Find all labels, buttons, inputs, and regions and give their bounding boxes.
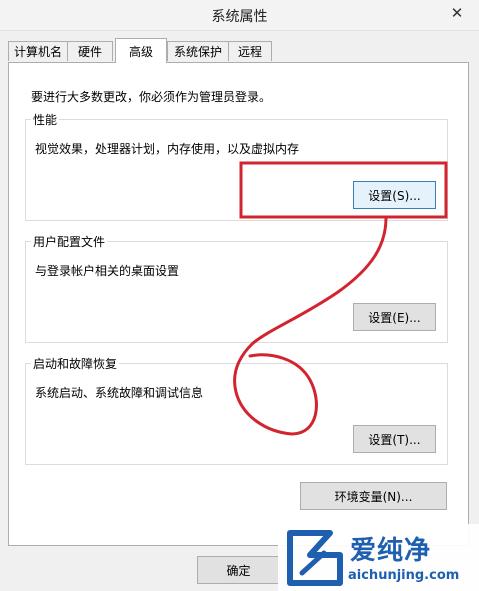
startup-recovery-legend: 启动和故障恢复 — [31, 355, 120, 372]
user-profile-group: 用户配置文件 与登录帐户相关的桌面设置 设置(E)... — [25, 233, 448, 343]
performance-description: 视觉效果，处理器计划，内存使用，以及虚拟内存 — [35, 142, 300, 156]
admin-notice: 要进行大多数更改，你必须作为管理员登录。 — [31, 90, 272, 104]
environment-variables-button[interactable]: 环境变量(N)... — [300, 482, 447, 510]
window-title: 系统属性 — [211, 9, 268, 25]
close-icon[interactable]: ✕ — [439, 0, 475, 26]
tab-advanced[interactable]: 高级 — [115, 38, 167, 63]
startup-recovery-settings-button[interactable]: 设置(T)... — [353, 425, 436, 453]
performance-settings-button[interactable]: 设置(S)... — [353, 181, 436, 209]
tab-system-protection[interactable]: 系统保护 — [167, 41, 229, 61]
user-profile-legend: 用户配置文件 — [31, 233, 108, 250]
title-bar: 系统属性 ✕ — [0, 0, 479, 31]
watermark: 爱纯净 aichunjing.com — [278, 524, 479, 591]
startup-recovery-group: 启动和故障恢复 系统启动、系统故障和调试信息 设置(T)... — [25, 355, 448, 465]
tab-hardware[interactable]: 硬件 — [67, 41, 113, 61]
watermark-brand: 爱纯净 — [350, 536, 432, 566]
startup-recovery-description: 系统启动、系统故障和调试信息 — [35, 386, 204, 400]
tab-remote[interactable]: 远程 — [228, 41, 272, 61]
advanced-panel: 要进行大多数更改，你必须作为管理员登录。 性能 视觉效果，处理器计划，内存使用，… — [8, 62, 469, 546]
watermark-url: aichunjing.com — [348, 568, 460, 583]
performance-legend: 性能 — [31, 111, 60, 128]
watermark-logo-icon — [287, 530, 343, 586]
tab-computer-name[interactable]: 计算机名 — [8, 41, 68, 61]
performance-group: 性能 视觉效果，处理器计划，内存使用，以及虚拟内存 设置(S)... — [25, 111, 448, 221]
user-profile-description: 与登录帐户相关的桌面设置 — [35, 264, 180, 278]
user-profile-settings-button[interactable]: 设置(E)... — [353, 303, 436, 331]
ok-button[interactable]: 确定 — [197, 556, 280, 584]
